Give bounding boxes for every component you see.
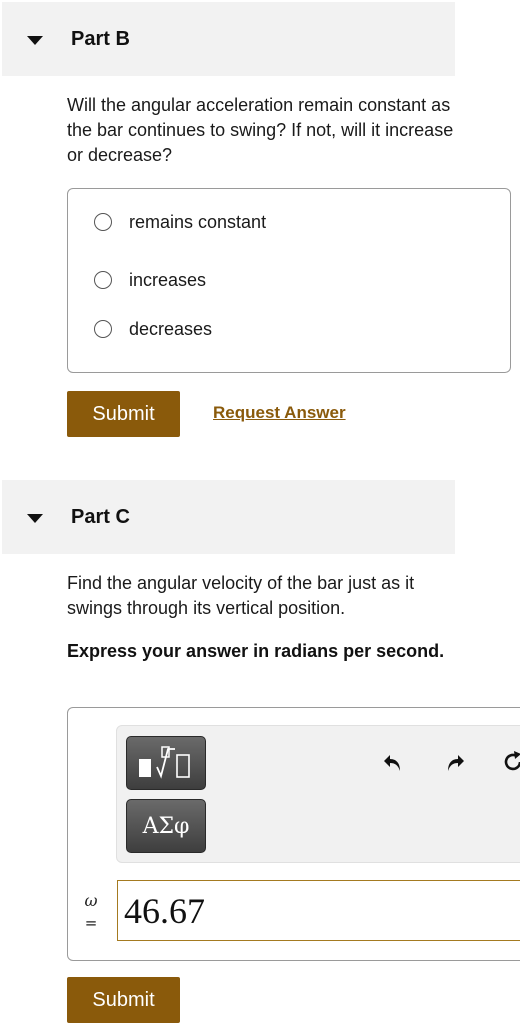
symbols-label: ΑΣφ — [142, 813, 190, 839]
templates-icon — [139, 746, 190, 779]
collapse-caret-icon[interactable] — [27, 36, 43, 45]
request-answer-link[interactable]: Request Answer — [213, 403, 346, 423]
option-decreases[interactable]: decreases — [94, 316, 212, 342]
option-label: remains constant — [129, 211, 267, 232]
part-b-question: Will the angular acceleration remain con… — [67, 95, 454, 165]
part-c-submit-button[interactable]: Submit — [67, 977, 180, 1023]
reset-icon[interactable] — [501, 750, 520, 774]
collapse-caret-icon[interactable] — [27, 514, 43, 523]
answer-entry-box: ΑΣφ ω = — [67, 707, 520, 961]
part-b-title: Part B — [71, 28, 130, 50]
option-remains-constant[interactable]: remains constant — [94, 209, 266, 235]
undo-icon[interactable] — [381, 750, 405, 774]
redo-icon[interactable] — [443, 750, 467, 774]
radio-button[interactable] — [94, 271, 112, 289]
part-b-submit-button[interactable]: Submit — [67, 391, 180, 437]
symbols-button[interactable]: ΑΣφ — [126, 799, 206, 853]
part-c-question: Find the angular velocity of the bar jus… — [67, 573, 415, 618]
radio-button[interactable] — [94, 213, 112, 231]
part-b-header[interactable]: Part B — [2, 2, 455, 76]
equals-sign: = — [84, 914, 98, 932]
option-increases[interactable]: increases — [94, 267, 206, 293]
radio-button[interactable] — [94, 320, 112, 338]
variable-omega: ω — [84, 891, 98, 910]
option-label: decreases — [129, 318, 213, 339]
answer-input[interactable] — [117, 880, 520, 941]
templates-button[interactable] — [126, 736, 206, 790]
part-c-header[interactable]: Part C — [2, 480, 455, 554]
math-toolbar: ΑΣφ — [116, 725, 520, 863]
part-c-title: Part C — [71, 506, 130, 528]
option-label: increases — [129, 269, 207, 290]
answer-options: remains constant increases decreases — [67, 188, 511, 373]
part-c-instruction: Express your answer in radians per secon… — [67, 641, 445, 661]
